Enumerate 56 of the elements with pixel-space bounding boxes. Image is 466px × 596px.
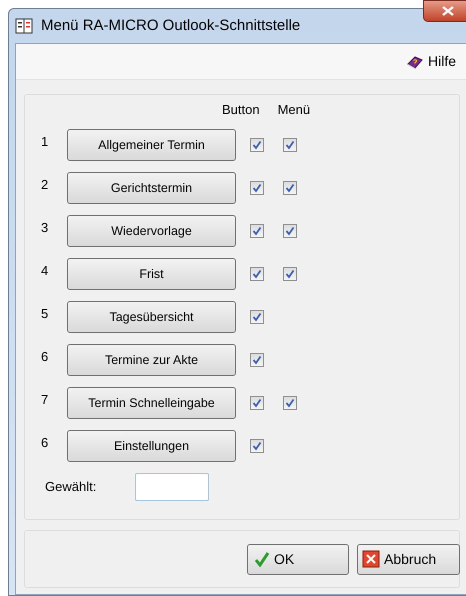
- row-number: 2: [41, 176, 50, 194]
- check-icon: [252, 398, 262, 408]
- function-button[interactable]: Allgemeiner Termin: [67, 129, 236, 161]
- field-label: Gewählt:: [44, 478, 98, 496]
- check-icon: [252, 226, 262, 236]
- check-icon: [252, 355, 262, 365]
- row-number: 7: [41, 391, 50, 409]
- checkbox[interactable]: [250, 181, 264, 195]
- row-number: 4: [41, 262, 50, 280]
- checkbox[interactable]: [283, 181, 297, 195]
- check-icon: [285, 226, 295, 236]
- ok-button[interactable]: OK: [247, 544, 349, 574]
- row-number: 1: [41, 133, 50, 151]
- check-icon: [285, 269, 295, 279]
- checkbox[interactable]: [250, 310, 264, 324]
- help-book-icon: [406, 54, 424, 70]
- check-icon: [252, 312, 262, 322]
- checkbox[interactable]: [283, 224, 297, 238]
- checkbox[interactable]: [283, 396, 297, 410]
- function-button[interactable]: Tagesübersicht: [67, 301, 236, 333]
- check-icon: [285, 398, 295, 408]
- function-button[interactable]: Termin Schnelleingabe: [67, 387, 236, 419]
- checkbox[interactable]: [250, 138, 264, 152]
- row-number: 3: [41, 219, 50, 237]
- selected-field[interactable]: [135, 473, 209, 501]
- close-button[interactable]: [423, 0, 466, 22]
- row-number: 6: [41, 434, 50, 452]
- checkbox[interactable]: [250, 353, 264, 367]
- check-icon: [252, 441, 262, 451]
- function-button[interactable]: Einstellungen: [67, 430, 236, 462]
- function-button[interactable]: Frist: [67, 258, 236, 290]
- check-icon: [252, 269, 262, 279]
- cancel-icon: [362, 550, 380, 568]
- column-header: Menü: [278, 101, 310, 118]
- checkbox[interactable]: [250, 396, 264, 410]
- check-icon: [254, 551, 270, 567]
- cancel-button[interactable]: Abbruch: [357, 544, 460, 574]
- function-button[interactable]: Termine zur Akte: [67, 344, 236, 376]
- close-icon: [442, 6, 454, 16]
- checkbox[interactable]: [283, 267, 297, 281]
- check-icon: [285, 183, 295, 193]
- book-icon: [15, 17, 33, 35]
- function-button[interactable]: Wiedervorlage: [67, 215, 236, 247]
- function-button[interactable]: Gerichtstermin: [67, 172, 236, 204]
- checkbox[interactable]: [250, 224, 264, 238]
- column-header: Button: [222, 101, 260, 118]
- row-number: 5: [41, 305, 50, 323]
- help-button[interactable]: Hilfe: [406, 51, 456, 72]
- checkbox[interactable]: [250, 267, 264, 281]
- check-icon: [252, 183, 262, 193]
- check-icon: [252, 140, 262, 150]
- window-title: Menü RA-MICRO Outlook-Schnittstelle: [41, 16, 300, 36]
- checkbox[interactable]: [283, 138, 297, 152]
- check-icon: [285, 140, 295, 150]
- checkbox[interactable]: [250, 439, 264, 453]
- row-number: 6: [41, 348, 50, 366]
